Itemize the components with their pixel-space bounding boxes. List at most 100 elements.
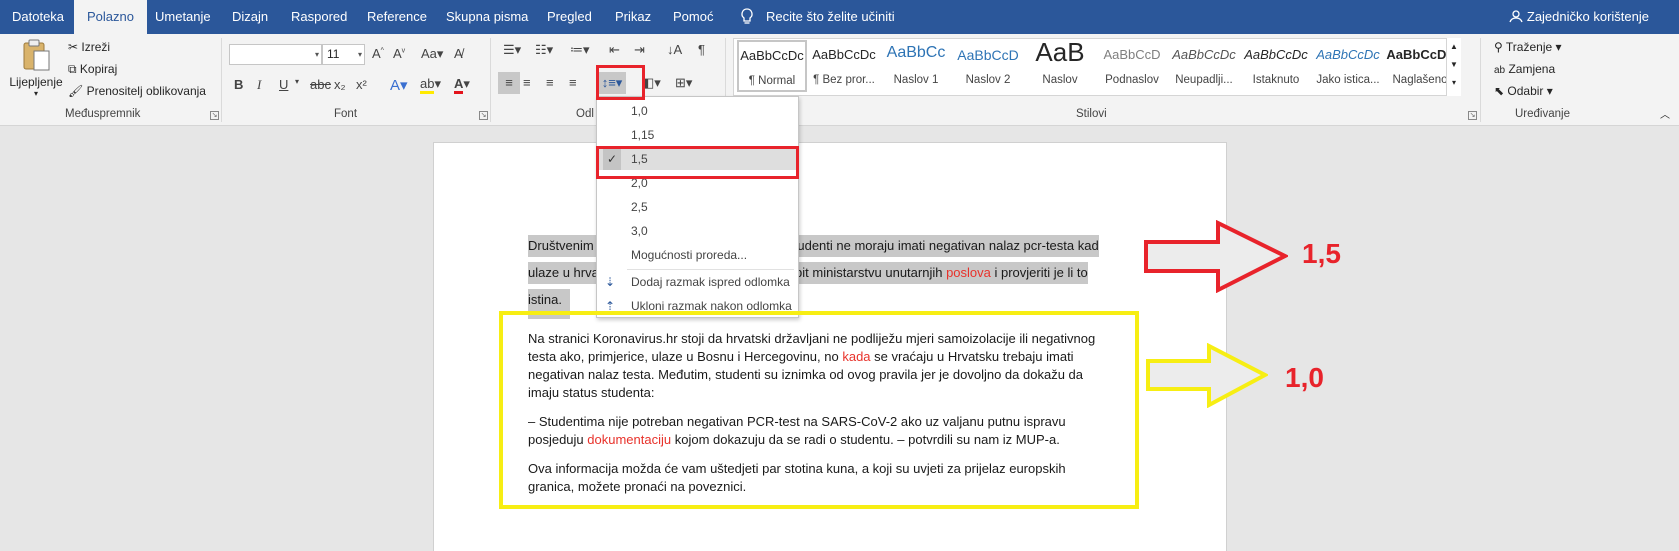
spacing-option-2-5[interactable]: 2,5: [597, 196, 798, 218]
style-strong[interactable]: AaBbCcDc Naglašeno: [1385, 41, 1455, 93]
font-color-icon[interactable]: A▾: [454, 76, 470, 94]
doc-text-run: ulaze u hrva: [528, 265, 599, 280]
tab-umetanje[interactable]: Umetanje: [155, 0, 211, 34]
tab-pregled[interactable]: Pregled: [547, 0, 592, 34]
italic-button[interactable]: I: [257, 77, 261, 93]
tab-raspored[interactable]: Raspored: [291, 0, 347, 34]
underline-button[interactable]: U: [279, 77, 288, 92]
doc-text-run: Društvenim: [528, 238, 594, 253]
tab-datoteka[interactable]: Datoteka: [12, 0, 64, 34]
subscript-button[interactable]: x₂: [334, 77, 346, 92]
yellow-arrow-icon: [1146, 343, 1268, 408]
style-intense-emphasis[interactable]: AaBbCcDc Jako istica...: [1313, 41, 1383, 93]
style-name: Naslov 1: [893, 74, 939, 86]
numbering-icon[interactable]: ☷▾: [535, 42, 553, 58]
tab-dizajn[interactable]: Dizajn: [232, 0, 268, 34]
chevron-down-icon: ▾: [33, 89, 38, 98]
paste-button[interactable]: Lijepljenje ▾: [8, 36, 64, 102]
style-subtitle[interactable]: AaBbCcD Podnaslov: [1097, 41, 1167, 93]
lightbulb-icon: [740, 0, 754, 34]
add-space-before[interactable]: ⇣ Dodaj razmak ispred odlomka: [597, 271, 798, 293]
change-case-icon[interactable]: Aa▾: [421, 46, 443, 62]
red-arrow-icon: [1144, 220, 1288, 293]
annotation-paragraph-box: [499, 311, 1139, 509]
copy-button[interactable]: ⧉ Kopiraj: [68, 62, 117, 77]
replace-button[interactable]: ab Zamjena: [1494, 62, 1555, 76]
increase-indent-icon[interactable]: ⇥: [634, 42, 645, 58]
doc-line: istina.: [528, 289, 570, 319]
collapse-ribbon-icon[interactable]: ︿: [1660, 106, 1670, 121]
style-heading-2[interactable]: AaBbCcD Naslov 2: [953, 41, 1023, 93]
format-painter-label: Prenositelj oblikovanja: [86, 84, 206, 98]
tab-reference[interactable]: Reference: [367, 0, 427, 34]
chevron-up-icon[interactable]: ▲: [1447, 38, 1461, 56]
style-name: ¶ Bez pror...: [813, 74, 875, 86]
style-name: ¶ Normal: [748, 75, 796, 87]
style-preview: AaBbCcDc: [1386, 47, 1454, 62]
select-button[interactable]: ⬉ Odabir ▾: [1494, 84, 1553, 98]
tab-polazno[interactable]: Polazno: [74, 0, 147, 34]
copy-icon: ⧉: [68, 62, 77, 76]
justify-icon[interactable]: ≡: [569, 75, 577, 90]
style-normal[interactable]: AaBbCcDc ¶ Normal: [737, 40, 807, 92]
superscript-button[interactable]: x²: [356, 77, 367, 92]
format-painter-button[interactable]: 🖌 Prenositelj oblikovanja: [68, 84, 206, 98]
grow-font-icon[interactable]: A^: [372, 46, 384, 61]
tab-pomoc[interactable]: Pomoć: [673, 0, 713, 34]
menu-divider: [627, 269, 794, 270]
spacing-option-3-0[interactable]: 3,0: [597, 220, 798, 242]
style-name: Istaknuto: [1252, 74, 1300, 86]
line-spacing-options[interactable]: Mogućnosti proreda...: [597, 244, 798, 266]
ribbon-tab-bar: Datoteka Polazno Umetanje Dizajn Raspore…: [0, 0, 1679, 34]
style-preview: AaBbCcDc: [740, 48, 804, 63]
tab-prikaz[interactable]: Prikaz: [615, 0, 651, 34]
chevron-down-icon[interactable]: ▾: [295, 77, 299, 86]
annotation-label-red: 1,5: [1302, 238, 1341, 269]
style-emphasis[interactable]: AaBbCcDc Istaknuto: [1241, 41, 1311, 93]
tab-skupna-pisma[interactable]: Skupna pisma: [446, 0, 528, 34]
align-center-icon[interactable]: ≡: [523, 75, 531, 90]
style-preview: AaBbCcD: [957, 47, 1019, 63]
clipboard-launcher-icon[interactable]: ↘: [210, 111, 219, 120]
style-no-spacing[interactable]: AaBbCcDc ¶ Bez pror...: [809, 41, 879, 93]
sort-icon[interactable]: ↓A: [667, 42, 682, 57]
clear-formatting-icon[interactable]: A̸: [454, 46, 463, 61]
style-preview: AaBbCcD: [1103, 47, 1161, 62]
highlight-color-icon[interactable]: ab▾: [420, 76, 441, 94]
chevron-down-icon: ▾: [357, 50, 362, 59]
paragraph-group-label: Odl: [576, 108, 594, 120]
align-left-icon[interactable]: ≡: [498, 72, 520, 94]
space-before-icon: ⇣: [605, 275, 616, 289]
multilevel-list-icon[interactable]: ≔▾: [570, 42, 590, 58]
share-button[interactable]: Zajedničko korištenje: [1509, 0, 1649, 34]
chevron-down-icon: ▾: [314, 50, 319, 59]
style-heading-1[interactable]: AaBbCc Naslov 1: [881, 41, 951, 93]
styles-launcher-icon[interactable]: ↘: [1468, 111, 1477, 120]
borders-icon[interactable]: ⊞▾: [675, 75, 692, 91]
tell-me-search[interactable]: Recite što želite učiniti: [766, 0, 895, 34]
align-right-icon[interactable]: ≡: [546, 75, 554, 90]
shrink-font-icon[interactable]: Av: [393, 46, 405, 61]
font-launcher-icon[interactable]: ↘: [479, 111, 488, 120]
style-title[interactable]: AaB Naslov: [1025, 37, 1095, 93]
font-size-combo[interactable]: 11 ▾: [322, 44, 365, 65]
bold-button[interactable]: B: [234, 77, 243, 92]
spacing-option-1-15[interactable]: 1,15: [597, 124, 798, 146]
bullets-icon[interactable]: ☰▾: [503, 42, 521, 58]
cut-button[interactable]: ✂ Izreži: [68, 40, 110, 54]
strikethrough-icon[interactable]: abc: [310, 77, 331, 92]
decrease-indent-icon[interactable]: ⇤: [609, 42, 620, 58]
more-styles-icon[interactable]: ▾: [1447, 74, 1461, 92]
pilcrow-icon[interactable]: ¶: [698, 42, 705, 57]
divider: [221, 38, 222, 122]
style-preview: AaBbCcDc: [1244, 47, 1308, 62]
spacing-option-1-0[interactable]: 1,0: [597, 100, 798, 122]
text-effects-icon[interactable]: A▾: [390, 76, 408, 94]
find-button[interactable]: ⚲ Traženje ▾: [1494, 40, 1562, 54]
font-name-combo[interactable]: ▾: [229, 44, 322, 65]
paste-label: Lijepljenje: [9, 75, 63, 89]
styles-scrollbar[interactable]: ▲ ▼ ▾: [1446, 38, 1461, 96]
annotation-highlight-line-spacing-button: [596, 65, 645, 100]
style-subtle-emphasis[interactable]: AaBbCcDc Neupadlji...: [1169, 41, 1239, 93]
chevron-down-icon[interactable]: ▼: [1447, 56, 1461, 74]
